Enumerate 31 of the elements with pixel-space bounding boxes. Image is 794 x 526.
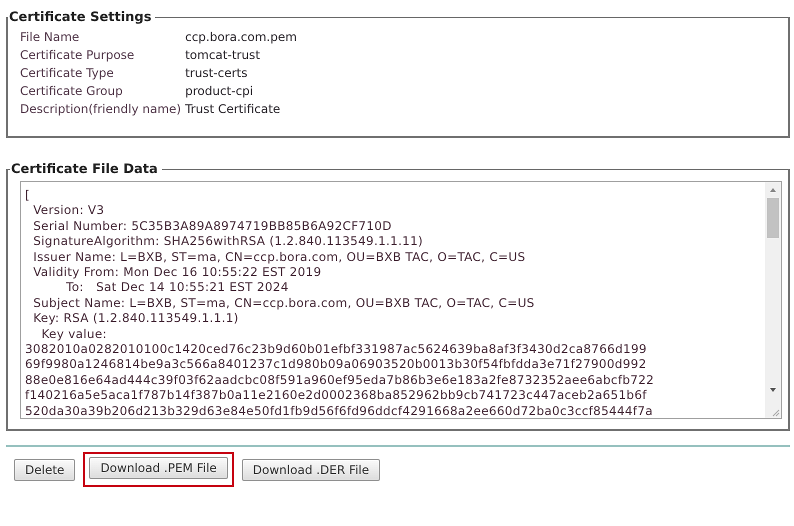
field-label: Description(friendly name) <box>20 101 182 117</box>
field-label: Certificate Group <box>20 83 124 99</box>
action-button[interactable]: Download .DER File <box>242 458 380 480</box>
certificate-text-line: 3082010a0282010100c1420ced76c23b9d60b01efbf331987ac5624639ba8af3f3430d2ca8766d199 <box>25 342 648 358</box>
certificate-text-line: To: Sat Dec 14 10:55:21 EST 2024 <box>65 280 290 296</box>
certificate-text-line: f140216a5e5aca1f787b14f387b0a11e2160e2d0002368ba852962bb9cb741723c447aceb2a651b6f <box>25 388 648 404</box>
certificate-text-line: [ <box>25 188 31 204</box>
certificate-text-line: Serial Number: 5C35B3A89A8974719BB85B6A92CF710D <box>32 218 393 234</box>
certificate-text-line: 69f9980a1246814be9a3c566a8401237c1d980b09a06903520b0013b30f54fbfdda3e71f27900d992 <box>25 357 648 373</box>
panel-title: Certificate File Data <box>10 162 159 177</box>
certificate-text-line: SignatureAlgorithm: SHA256withRSA (1.2.840.113549.1.1.11) <box>32 234 424 250</box>
field-label: Certificate Purpose <box>20 47 136 63</box>
certificate-text-line: Validity From: Mon Dec 16 10:55:22 EST 2019 <box>32 265 322 280</box>
panel-title: Certificate Settings <box>8 10 152 25</box>
action-button[interactable]: Download .PEM File <box>89 457 228 479</box>
field-label: Certificate Type <box>20 65 115 81</box>
field-value: tomcat-trust <box>185 47 262 63</box>
scrollbar-drawing[interactable] <box>765 182 781 418</box>
certificate-text-line: Key: RSA (1.2.840.113549.1.1.1) <box>32 311 240 327</box>
field-value: product-cpi <box>185 83 254 99</box>
certificate-text-line: 520da30a39b206d213b329d63e84e50fd1fb9d56f6fd96ddcf4291668a2ee660d72ba0c3ccf85444f7a <box>25 404 654 418</box>
field-value: trust-certs <box>185 65 248 81</box>
field-label: File Name <box>20 29 80 45</box>
field-value: ccp.bora.com.pem <box>185 29 298 45</box>
certificate-text-line: 88e0e816e64ad444c39f03f62aadcbc08f591a960ef95eda7b86b3e6e183a2fe8732352aee6abcfb722 <box>25 372 656 388</box>
certificate-text-line: Subject Name: L=BXB, ST=ma, CN=ccp.bora.com, OU=BXB TAC, O=TAC, C=US <box>32 296 536 312</box>
certificate-text-line: Key value: <box>40 326 108 342</box>
action-button[interactable]: Delete <box>14 458 76 480</box>
certificate-text-line: Issuer Name: L=BXB, ST=ma, CN=ccp.bora.com, OU=BXB TAC, O=TAC, C=US <box>32 250 526 266</box>
field-value: Trust Certificate <box>185 101 282 117</box>
certificate-text-line: Version: V3 <box>32 203 106 219</box>
